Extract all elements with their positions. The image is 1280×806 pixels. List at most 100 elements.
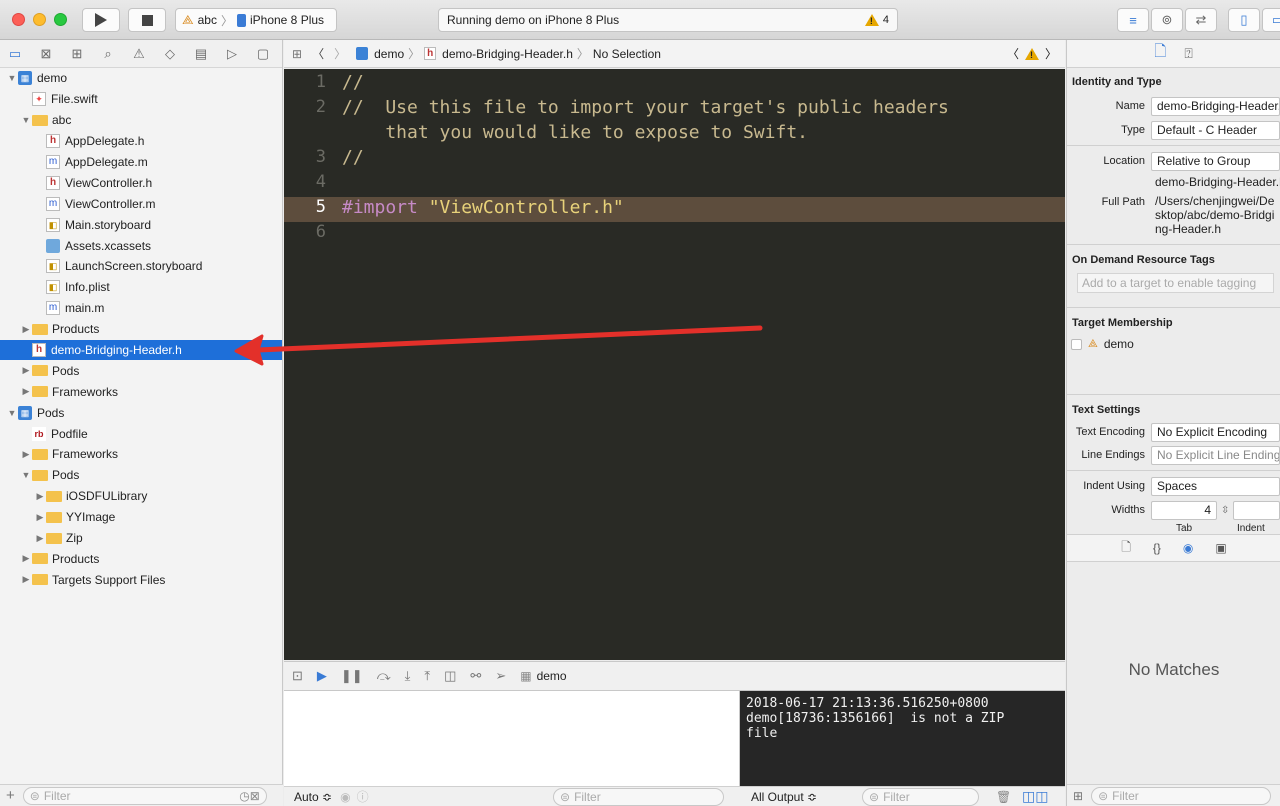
- step-into-icon[interactable]: ⤓: [405, 668, 411, 684]
- scheme-selector[interactable]: ⟁ abc 〉 iPhone 8 Plus: [175, 8, 337, 32]
- indent-width-field[interactable]: [1233, 500, 1280, 520]
- indent-popup[interactable]: Spaces: [1151, 476, 1280, 496]
- disclosure-open-icon[interactable]: ▼: [20, 115, 32, 125]
- disclosure-closed-icon[interactable]: ▶: [20, 553, 32, 564]
- source-editor[interactable]: 1 // 2 // Use this file to import your targ…: [284, 69, 1065, 660]
- debug-target[interactable]: ▦ demo: [520, 669, 566, 683]
- jump-selection[interactable]: No Selection: [593, 47, 661, 61]
- library-filter-field[interactable]: ⊜ Filter: [1091, 786, 1272, 805]
- warnings-indicator[interactable]: ! 4: [864, 14, 889, 26]
- close-window-button[interactable]: [12, 13, 25, 26]
- recent-icon[interactable]: ◷⊠: [239, 789, 260, 803]
- hide-debug-area-icon[interactable]: ⊡: [292, 668, 303, 684]
- navigator-filter-field[interactable]: ⊜ Filter ◷⊠: [22, 786, 267, 805]
- tree-row[interactable]: h demo-Bridging-Header.h: [0, 339, 282, 361]
- step-out-icon[interactable]: ⤒: [424, 668, 430, 684]
- tree-row[interactable]: m ViewController.m: [0, 193, 282, 214]
- stepper-icon[interactable]: ⇳: [1221, 505, 1229, 516]
- object-library-icon[interactable]: ◉: [1183, 541, 1193, 555]
- tree-row[interactable]: ▶ Frameworks: [0, 381, 282, 402]
- code-line[interactable]: 4: [284, 172, 1065, 197]
- disclosure-closed-icon[interactable]: ▶: [34, 491, 46, 502]
- code-snippet-icon[interactable]: {}: [1153, 541, 1161, 555]
- toggle-navigator-button[interactable]: ▯: [1228, 8, 1260, 32]
- tree-row[interactable]: ▶ YYImage: [0, 507, 282, 528]
- grid-view-icon[interactable]: ⊞: [1073, 789, 1083, 803]
- tree-row[interactable]: ◧ Info.plist: [0, 277, 282, 298]
- previous-issue-icon[interactable]: 〈: [1007, 45, 1019, 62]
- tree-row[interactable]: h ViewController.h: [0, 172, 282, 193]
- test-icon[interactable]: ◇: [161, 45, 179, 63]
- zoom-window-button[interactable]: [54, 13, 67, 26]
- breakpoint-icon[interactable]: ▷: [223, 45, 241, 63]
- jump-project[interactable]: demo: [374, 47, 404, 61]
- name-field[interactable]: demo-Bridging-Header.h: [1151, 96, 1280, 116]
- disclosure-open-icon[interactable]: ▼: [6, 73, 18, 83]
- hierarchy-icon[interactable]: ⊞: [68, 45, 86, 63]
- disclosure-closed-icon[interactable]: ▶: [34, 533, 46, 544]
- location-icon[interactable]: ➢: [495, 668, 506, 684]
- tree-row[interactable]: h AppDelegate.h: [0, 131, 282, 152]
- forward-icon[interactable]: 〉: [334, 45, 346, 62]
- report-icon[interactable]: ▢: [254, 45, 272, 63]
- type-popup[interactable]: Default - C Header: [1151, 120, 1280, 140]
- debug-icon[interactable]: ▤: [192, 45, 210, 63]
- run-button[interactable]: [82, 8, 120, 32]
- step-over-icon[interactable]: ⤼: [377, 668, 391, 684]
- tree-row[interactable]: ◧ LaunchScreen.storyboard: [0, 256, 282, 277]
- tree-row[interactable]: ▶ Frameworks: [0, 444, 282, 465]
- tree-row[interactable]: ▶ Pods: [0, 360, 282, 381]
- endings-popup[interactable]: No Explicit Line Endings: [1151, 445, 1280, 465]
- disclosure-closed-icon[interactable]: ▶: [20, 365, 32, 376]
- minimize-window-button[interactable]: [33, 13, 46, 26]
- add-icon[interactable]: +: [6, 787, 15, 804]
- folder-icon[interactable]: ▭: [6, 45, 24, 63]
- membership-checkbox[interactable]: [1071, 338, 1082, 350]
- file-inspector-icon[interactable]: 🗋: [1154, 41, 1166, 66]
- related-items-icon[interactable]: ⊞: [292, 47, 302, 61]
- tree-row[interactable]: m main.m: [0, 298, 282, 319]
- assistant-editor-button[interactable]: ⊚: [1151, 8, 1183, 32]
- odr-tags-field[interactable]: Add to a target to enable tagging: [1077, 273, 1274, 293]
- disclosure-closed-icon[interactable]: ▶: [20, 449, 32, 460]
- variables-filter-field[interactable]: ⊜ Filter: [553, 788, 724, 806]
- stop-button[interactable]: [128, 8, 166, 32]
- split-view-icon[interactable]: ◫◫: [1022, 788, 1048, 805]
- tree-row[interactable]: Assets.xcassets: [0, 235, 282, 256]
- code-line[interactable]: 1 //: [284, 72, 1065, 97]
- issue-icon[interactable]: ⚠: [130, 45, 148, 63]
- console-output[interactable]: 2018-06-17 21:13:36.516250+0800 demo[187…: [740, 691, 1065, 786]
- tree-row[interactable]: rb Podfile: [0, 423, 282, 444]
- disclosure-closed-icon[interactable]: ▶: [20, 324, 32, 335]
- tree-row[interactable]: ◧ Main.storyboard: [0, 214, 282, 235]
- memory-graph-icon[interactable]: ⚯: [470, 668, 481, 684]
- source-control-icon[interactable]: ⊠: [37, 45, 55, 63]
- disclosure-open-icon[interactable]: ▼: [6, 408, 18, 418]
- search-icon[interactable]: ⌕: [99, 45, 117, 63]
- tree-row[interactable]: ▼ abc: [0, 110, 282, 131]
- view-debugger-icon[interactable]: ◫: [444, 668, 456, 684]
- tree-row[interactable]: m AppDelegate.m: [0, 152, 282, 173]
- code-line[interactable]: that you would like to expose to Swift.: [284, 122, 1065, 147]
- encoding-popup[interactable]: No Explicit Encoding: [1151, 422, 1280, 442]
- tree-row[interactable]: ▼ ▦ Pods: [0, 402, 282, 423]
- auto-scope-popup[interactable]: Auto ≎: [294, 790, 332, 804]
- tree-row[interactable]: ▼ Pods: [0, 465, 282, 486]
- disclosure-closed-icon[interactable]: ▶: [34, 512, 46, 523]
- console-filter-field[interactable]: ⊜ Filter: [862, 788, 979, 806]
- standard-editor-button[interactable]: ≡: [1117, 8, 1149, 32]
- tree-row[interactable]: ▶ Products: [0, 548, 282, 569]
- disclosure-open-icon[interactable]: ▼: [20, 470, 32, 480]
- pause-icon[interactable]: ❚❚: [341, 668, 363, 684]
- jump-file[interactable]: demo-Bridging-Header.h: [442, 47, 573, 61]
- tree-row[interactable]: ▶ iOSDFULibrary: [0, 486, 282, 507]
- output-popup[interactable]: All Output ≎: [751, 790, 817, 804]
- code-line[interactable]: 2 // Use this file to import your target'…: [284, 97, 1065, 122]
- version-editor-button[interactable]: ⇄: [1185, 8, 1217, 32]
- info-icon[interactable]: ⓘ: [357, 788, 369, 805]
- tab-width-field[interactable]: 4: [1151, 500, 1217, 520]
- back-icon[interactable]: 〈: [312, 45, 324, 62]
- code-line[interactable]: 5 #import "ViewController.h": [284, 197, 1065, 222]
- tree-row[interactable]: ▼ ▦ demo: [0, 68, 282, 89]
- file-template-icon[interactable]: 🗋: [1121, 538, 1131, 559]
